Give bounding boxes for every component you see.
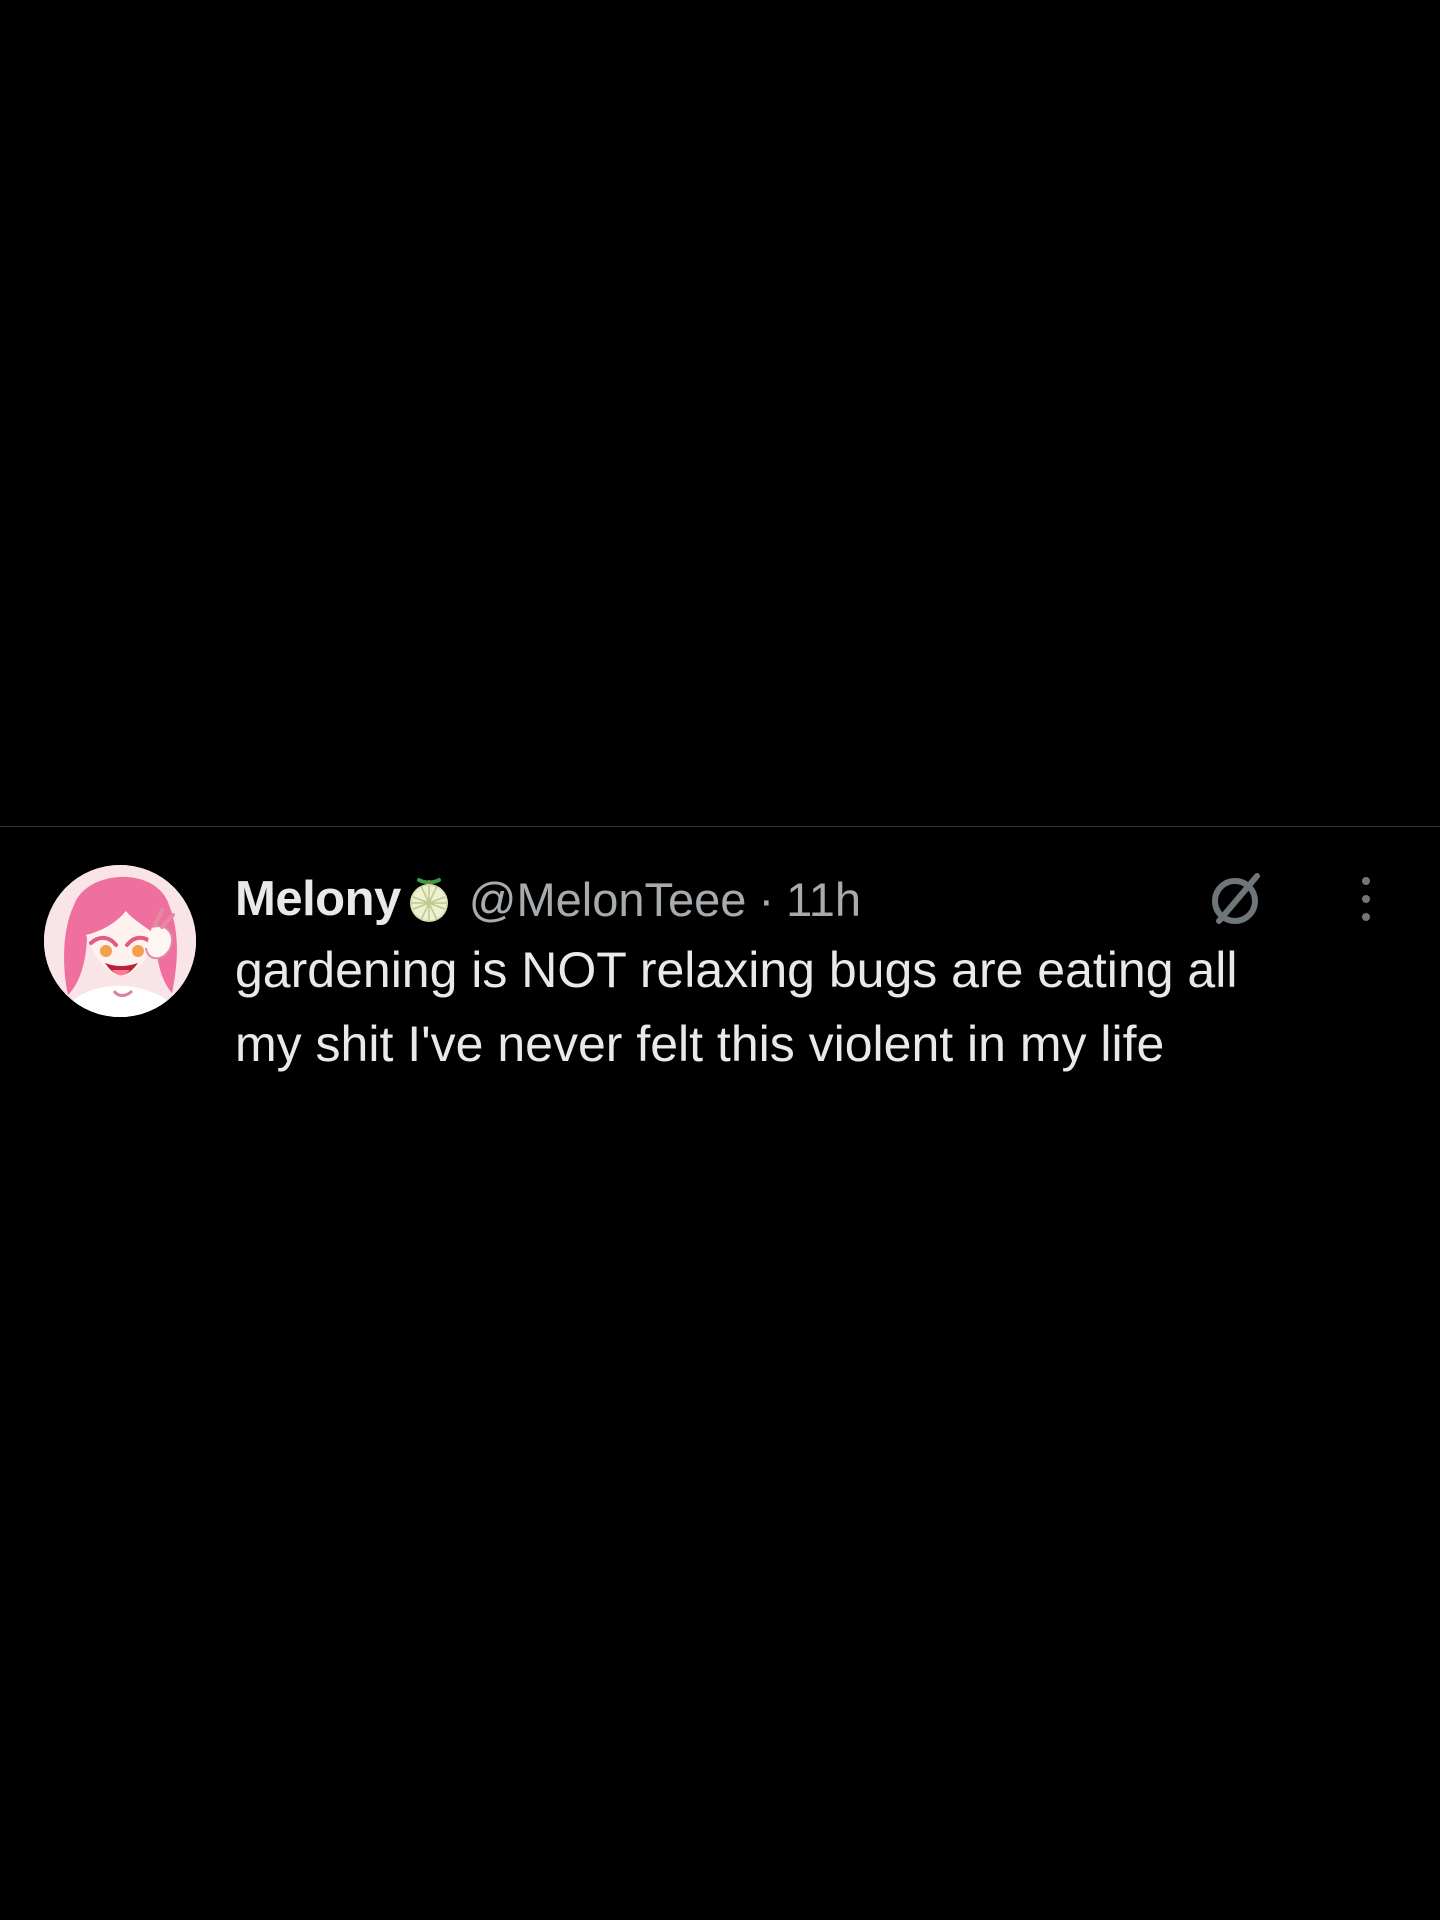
user-handle[interactable]: @MelonTeee xyxy=(469,872,747,927)
avatar[interactable] xyxy=(44,865,196,1017)
display-name[interactable]: Melony xyxy=(235,871,401,927)
tweet-header: Melony @MelonTeee · 11h xyxy=(235,867,861,931)
tweet[interactable]: Melony @MelonTeee · 11h gardening is NOT… xyxy=(0,827,1440,1087)
avatar-image xyxy=(44,865,196,1017)
more-vertical-icon[interactable] xyxy=(1346,871,1386,927)
tweet-text: gardening is NOT relaxing bugs are eatin… xyxy=(235,942,1238,1072)
meta-separator: · xyxy=(758,872,775,926)
grok-icon[interactable] xyxy=(1206,867,1270,931)
melon-icon xyxy=(403,873,455,925)
tweet-time[interactable]: 11h xyxy=(786,872,861,927)
